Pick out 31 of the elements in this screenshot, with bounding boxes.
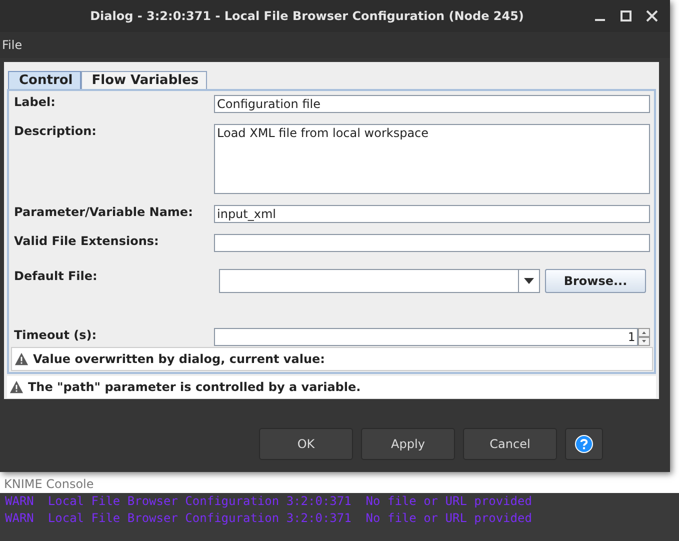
close-icon[interactable]	[646, 10, 658, 22]
dialog-button[interactable]: Apply	[361, 428, 455, 460]
field-label: Description:	[13, 124, 98, 140]
maximize-icon[interactable]	[620, 10, 632, 22]
number-field[interactable]: 1	[214, 328, 638, 346]
warning-message: The "path" parameter is controlled by a variable.	[28, 380, 361, 394]
log-message: Local File Browser Configuration 3:2:0:371 No file or URL provided	[48, 494, 532, 510]
tab[interactable]: Flow Variables	[80, 71, 207, 89]
browse-button[interactable]: Browse...	[545, 269, 646, 293]
field-label: Timeout (s):	[13, 328, 98, 344]
warning-message: Value overwritten by dialog, current value:	[33, 352, 325, 366]
tab[interactable]: Control	[8, 71, 81, 89]
input-field[interactable]	[214, 234, 650, 252]
console-title: KNIME Console	[3, 477, 95, 493]
dialog-button[interactable]: OK	[259, 428, 353, 460]
text-area[interactable]: Load XML file from local workspace	[214, 124, 650, 194]
input-field[interactable]: Configuration file	[214, 95, 650, 113]
help-icon	[575, 435, 593, 453]
log-message: Local File Browser Configuration 3:2:0:371 No file or URL provided	[48, 511, 532, 527]
log-level: WARN	[5, 494, 34, 510]
field-label: Label:	[13, 95, 56, 111]
help-button[interactable]	[565, 428, 603, 460]
input-field[interactable]: input_xml	[214, 205, 650, 223]
field-label: Valid File Extensions:	[13, 234, 160, 250]
window-title: Dialog - 3:2:0:371 - Local File Browser Configuration (Node 245)	[89, 9, 525, 23]
field-label: Default File:	[13, 268, 98, 285]
log-level: WARN	[5, 511, 34, 527]
menu-item[interactable]: File	[0, 38, 24, 52]
spinner-arrows-icon[interactable]	[638, 328, 650, 346]
dialog-button[interactable]: Cancel	[463, 428, 557, 460]
field-label: Parameter/Variable Name:	[13, 205, 194, 221]
